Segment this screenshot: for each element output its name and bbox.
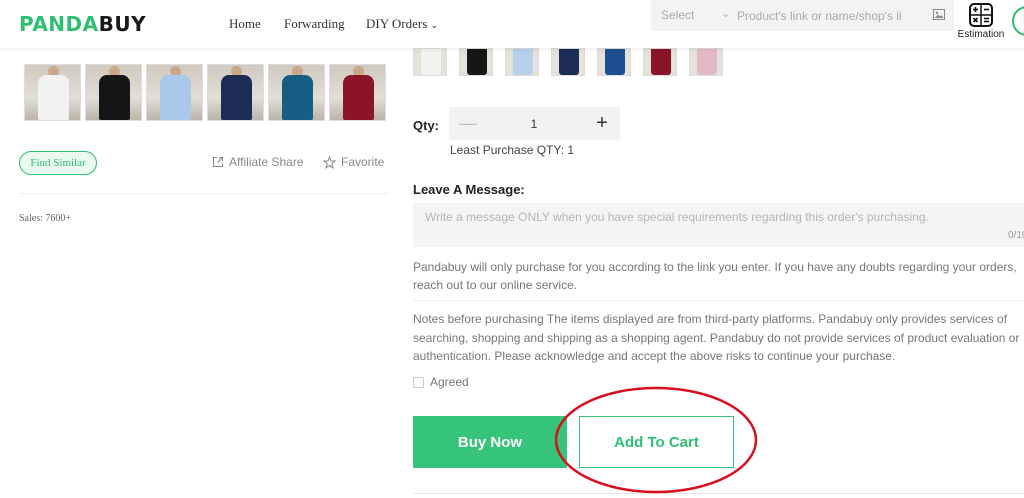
- quantity-input[interactable]: [509, 107, 559, 140]
- qty-label: Qty:: [413, 118, 439, 133]
- color-option[interactable]: [689, 48, 723, 76]
- color-option[interactable]: [459, 48, 493, 76]
- search-input[interactable]: [737, 0, 907, 31]
- nav-diy-orders-label: DIY Orders: [366, 16, 428, 31]
- divider: [19, 193, 388, 194]
- pandabuy-logo[interactable]: PANDABUY: [19, 12, 146, 36]
- affiliate-share-label: Affiliate Share: [229, 155, 304, 169]
- top-header: PANDABUY Home Forwarding DIY Orders ⌄ Se…: [0, 0, 1024, 48]
- find-similar-button[interactable]: Find Similar: [19, 151, 97, 175]
- add-to-cart-button[interactable]: Add To Cart: [579, 416, 734, 468]
- buy-now-button[interactable]: Buy Now: [413, 416, 567, 468]
- color-option[interactable]: [643, 48, 677, 76]
- message-char-counter: 0/10: [1008, 230, 1024, 241]
- nav-forwarding[interactable]: Forwarding: [284, 16, 345, 32]
- color-options: [413, 48, 723, 76]
- color-option[interactable]: [413, 48, 447, 76]
- search-bar: Select ⌄: [651, 0, 954, 31]
- purchase-info-text: Pandabuy will only purchase for you acco…: [413, 260, 1017, 292]
- chevron-down-icon: ⌄: [430, 20, 439, 30]
- color-option[interactable]: [597, 48, 631, 76]
- product-thumbnail[interactable]: [24, 64, 81, 121]
- search-type-select[interactable]: Select: [661, 8, 694, 22]
- product-thumbnail[interactable]: [207, 64, 264, 121]
- divider: [413, 493, 1024, 494]
- logo-text-buy: BUY: [98, 12, 147, 36]
- product-thumbnail-strip: [24, 64, 386, 121]
- agreed-label: Agreed: [430, 375, 469, 389]
- color-option[interactable]: [505, 48, 539, 76]
- product-thumbnail[interactable]: [85, 64, 142, 121]
- plus-icon[interactable]: +: [591, 111, 613, 135]
- estimation-label: Estimation: [957, 29, 1005, 40]
- chevron-down-icon[interactable]: ⌄: [721, 7, 730, 20]
- message-label: Leave A Message:: [413, 182, 525, 197]
- logo-text-panda: PANDA: [19, 12, 99, 36]
- product-thumbnail[interactable]: [146, 64, 203, 121]
- sales-count: Sales: 7600+: [19, 213, 72, 224]
- purchase-notes-text: Notes before purchasing The items displa…: [413, 312, 1020, 363]
- affiliate-share-button[interactable]: Affiliate Share: [212, 155, 304, 169]
- calculator-icon: [969, 3, 993, 27]
- user-avatar[interactable]: [1012, 6, 1024, 36]
- favorite-label: Favorite: [341, 155, 385, 169]
- image-search-icon[interactable]: [933, 9, 945, 20]
- favorite-button[interactable]: Favorite: [323, 155, 384, 169]
- color-option[interactable]: [551, 48, 585, 76]
- nav-home[interactable]: Home: [229, 16, 261, 32]
- agreed-checkbox[interactable]: Agreed: [413, 375, 469, 389]
- least-purchase-qty: Least Purchase QTY: 1: [450, 143, 575, 157]
- product-thumbnail[interactable]: [268, 64, 325, 121]
- divider: [413, 300, 1024, 301]
- quantity-stepper: — +: [449, 107, 620, 140]
- product-thumbnail[interactable]: [329, 64, 386, 121]
- estimation-button[interactable]: Estimation: [955, 3, 1007, 40]
- checkbox-icon[interactable]: [413, 376, 424, 388]
- message-field[interactable]: [413, 203, 1024, 247]
- minus-icon[interactable]: —: [457, 111, 479, 135]
- share-icon: [213, 157, 223, 167]
- star-icon: [323, 155, 336, 169]
- nav-diy-orders[interactable]: DIY Orders ⌄: [366, 16, 438, 32]
